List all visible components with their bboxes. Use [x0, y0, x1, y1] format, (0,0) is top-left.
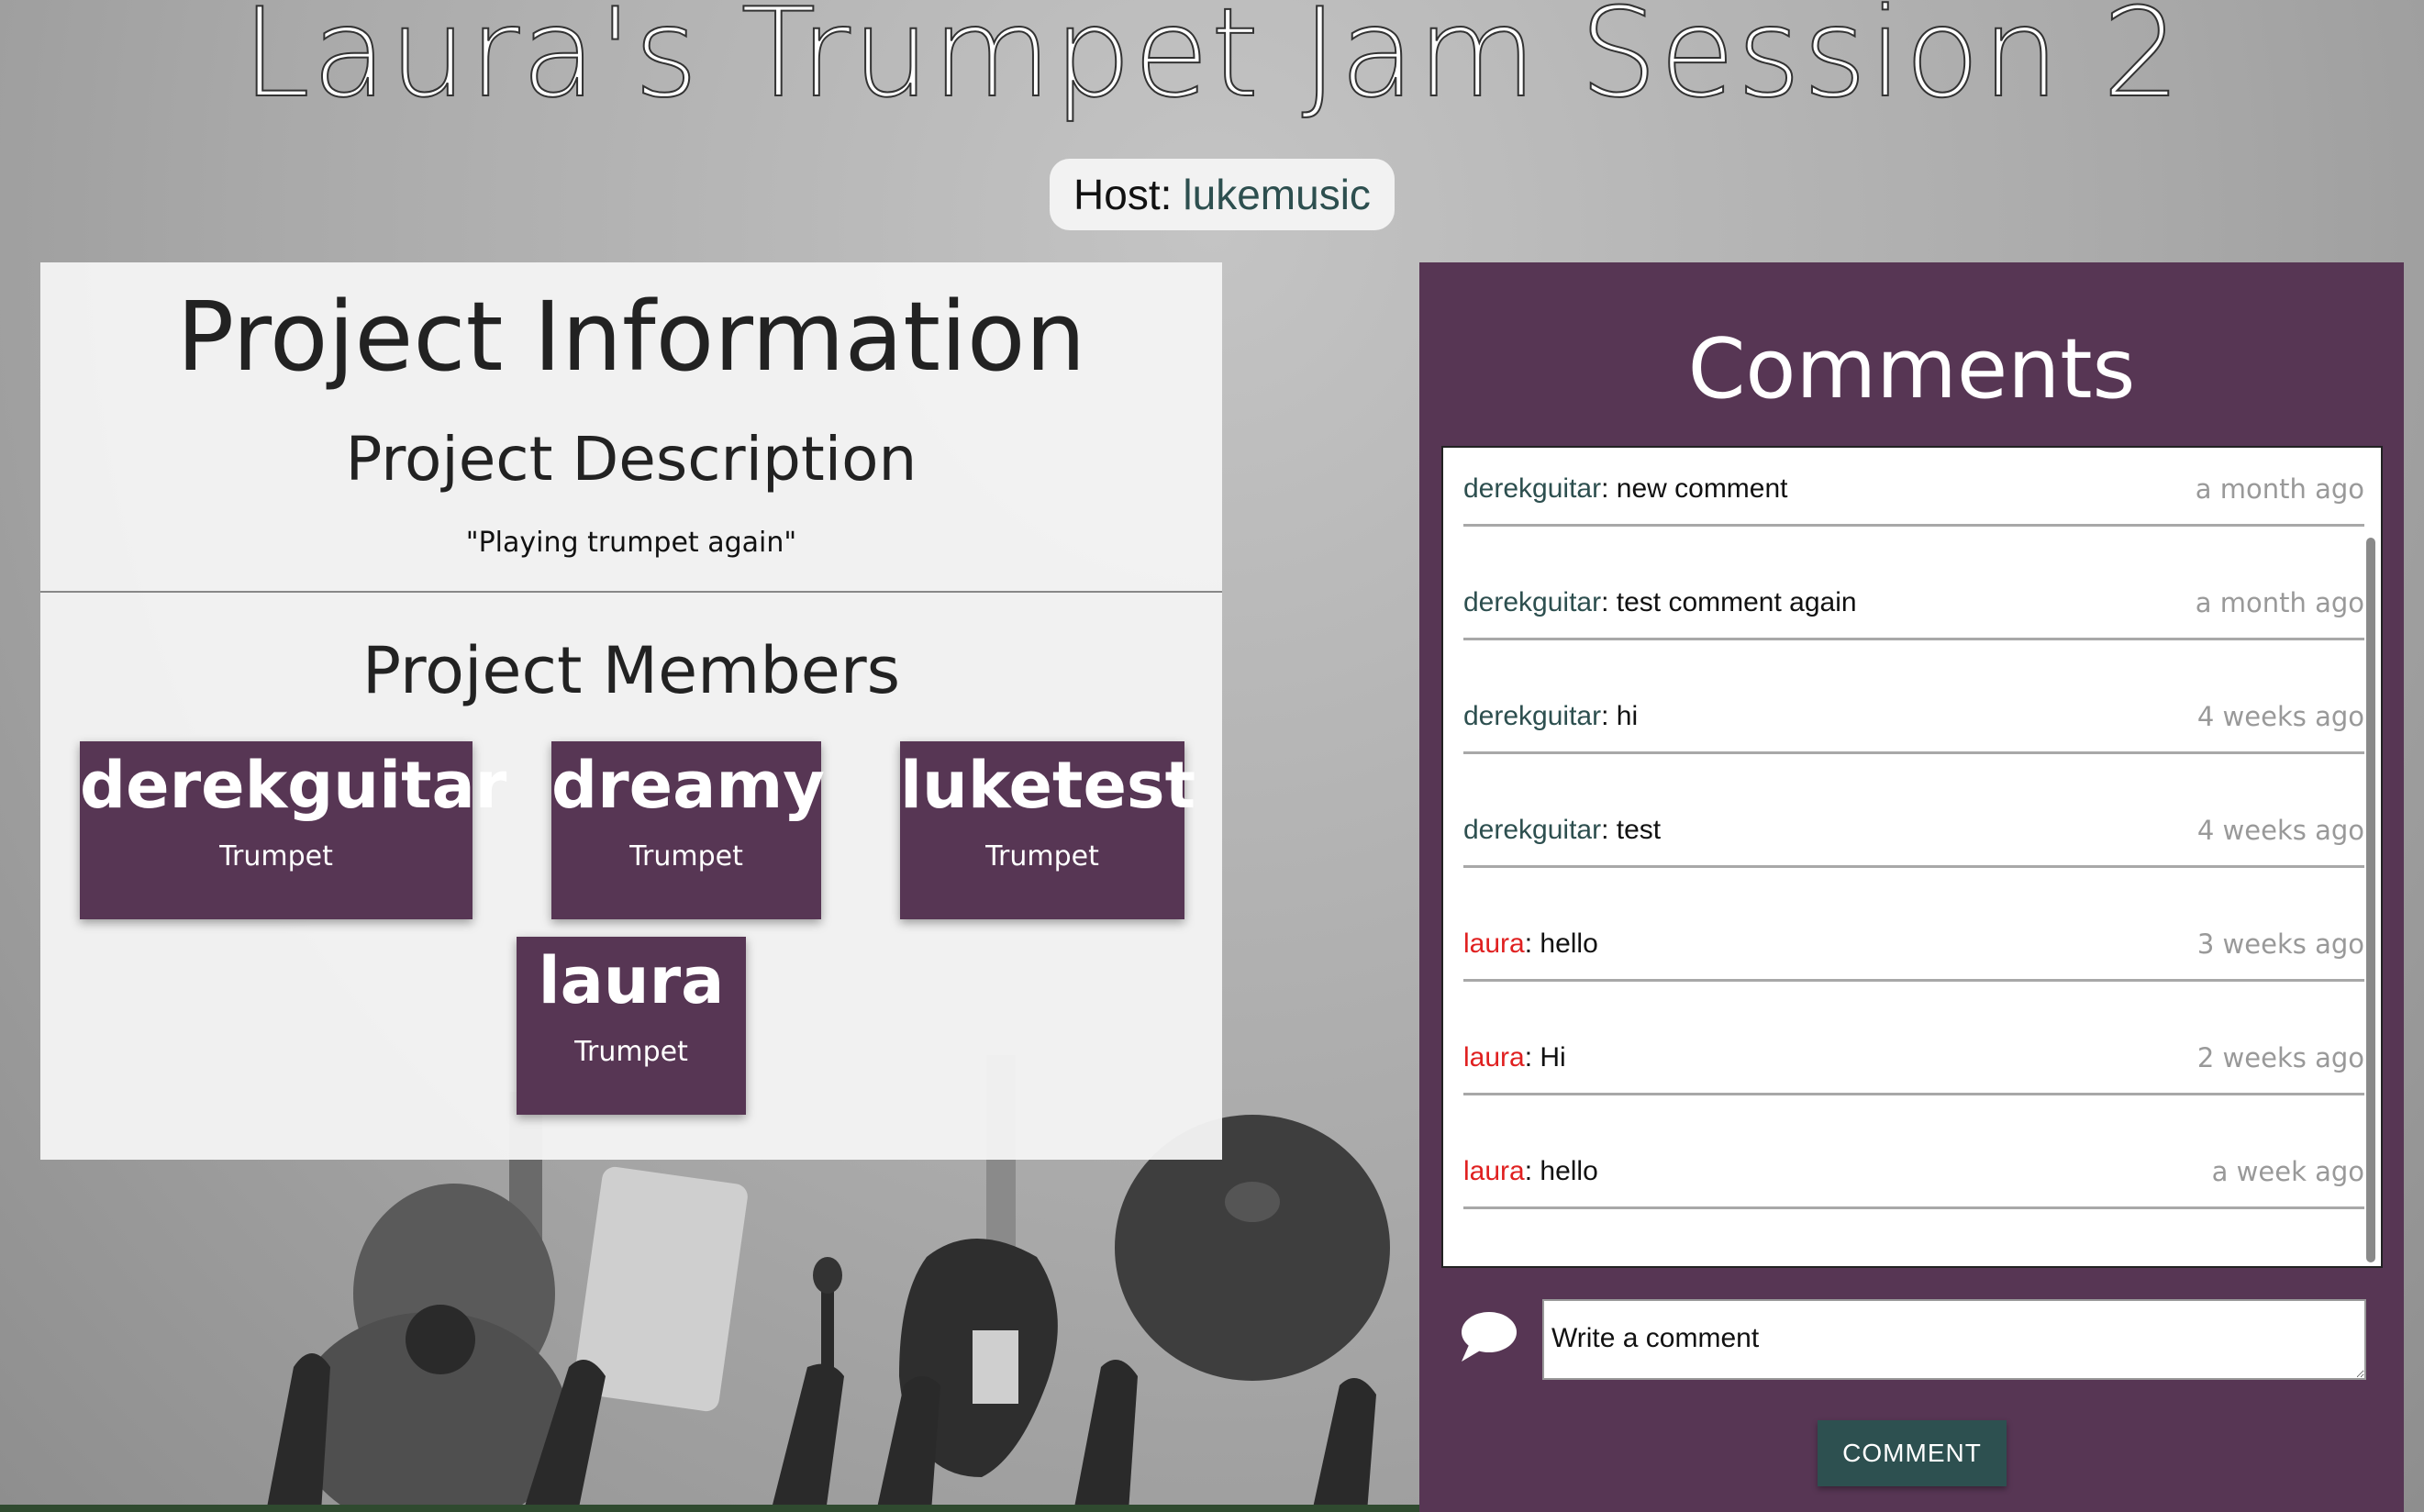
host-badge: Host: lukemusic [1050, 159, 1395, 230]
comments-panel: Comments derekguitar: new comment a mont… [1419, 262, 2404, 1512]
comment-text: hello [1540, 928, 1598, 959]
comment-text: hello [1540, 1156, 1598, 1186]
comment-time: 4 weeks ago [2196, 701, 2364, 732]
member-instrument: Trumpet [574, 1036, 688, 1068]
divider [40, 591, 1222, 593]
member-instrument: Trumpet [219, 840, 333, 873]
comment-author[interactable]: derekguitar [1463, 587, 1601, 617]
comment-author[interactable]: derekguitar [1463, 815, 1601, 845]
member-card-derekguitar[interactable]: derekguitar Trumpet [80, 741, 507, 919]
member-name: dreamy [551, 748, 825, 823]
comment-time: a week ago [2211, 1156, 2364, 1187]
member-name: derekguitar [80, 748, 507, 823]
project-description-title: Project Description [345, 424, 917, 495]
project-info-card: Project Information Project Description … [40, 262, 1222, 1160]
comment-item: laura: hello 3 weeks ago [1463, 903, 2364, 982]
comment-text: hi [1616, 701, 1639, 731]
comment-author[interactable]: derekguitar [1463, 701, 1601, 731]
comment-time: 3 weeks ago [2196, 928, 2364, 960]
member-instrument: Trumpet [985, 840, 1099, 873]
comment-item: laura: Hi 2 weeks ago [1463, 1017, 2364, 1095]
project-description-text: "Playing trumpet again" [465, 527, 797, 559]
member-card-dreamy[interactable]: dreamy Trumpet [551, 741, 825, 919]
comment-text: Hi [1540, 1042, 1566, 1073]
comment-text: test comment again [1616, 587, 1857, 617]
member-card-luketest[interactable]: luketest Trumpet [900, 741, 1196, 919]
comment-time: a month ago [2195, 587, 2364, 618]
comment-item: derekguitar: test 4 weeks ago [1463, 789, 2364, 868]
comment-author[interactable]: laura [1463, 1042, 1525, 1073]
comment-author[interactable]: laura [1463, 1156, 1525, 1186]
project-members-title: Project Members [361, 633, 901, 708]
bottom-strip [0, 1505, 1419, 1512]
comment-text: test [1616, 815, 1662, 845]
comment-item: derekguitar: hi 4 weeks ago [1463, 675, 2364, 754]
project-info-title: Project Information [176, 281, 1086, 393]
scrollbar[interactable] [2366, 538, 2375, 1262]
member-name: luketest [900, 748, 1196, 823]
comment-item: laura: hello a week ago [1463, 1130, 2364, 1209]
comment-time: 4 weeks ago [2196, 815, 2364, 846]
member-card-laura[interactable]: laura Trumpet [517, 937, 746, 1115]
host-label: Host: [1073, 171, 1173, 218]
page-title: Laura's Trumpet Jam Session 2 [240, 0, 2183, 126]
comment-submit-button[interactable]: COMMENT [1818, 1420, 2007, 1486]
comment-time: a month ago [2195, 473, 2364, 505]
comment-item: derekguitar: new comment a month ago [1463, 448, 2364, 527]
comment-list[interactable]: derekguitar: new comment a month ago der… [1441, 446, 2383, 1268]
comment-author[interactable]: derekguitar [1463, 473, 1601, 504]
host-link[interactable]: lukemusic [1183, 170, 1371, 219]
speech-bubble-icon [1462, 1312, 1517, 1362]
comment-item: derekguitar: test comment again a month … [1463, 561, 2364, 640]
comment-input[interactable] [1542, 1299, 2366, 1380]
member-instrument: Trumpet [629, 840, 743, 873]
comment-time: 2 weeks ago [2196, 1042, 2364, 1073]
comment-text: new comment [1616, 473, 1788, 504]
comment-author[interactable]: laura [1463, 928, 1525, 959]
comments-title: Comments [1687, 321, 2136, 417]
member-name: laura [538, 943, 725, 1018]
